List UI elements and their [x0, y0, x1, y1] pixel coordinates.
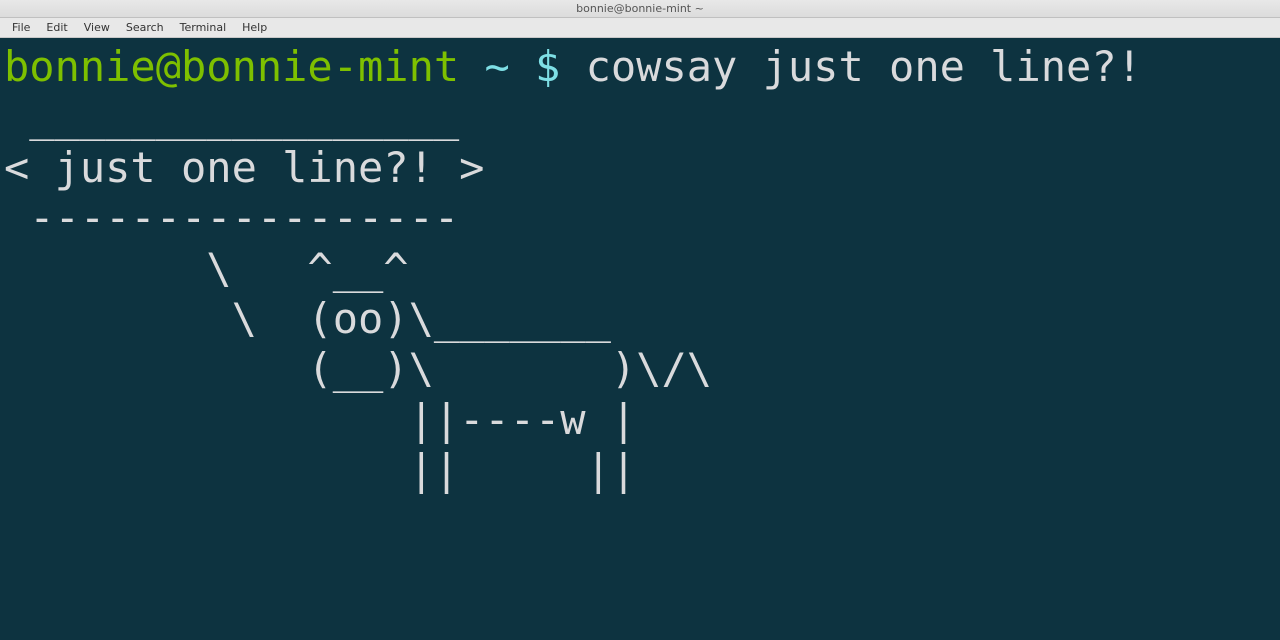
output-line: || || [4, 445, 636, 494]
output-line: < just one line?! > [4, 143, 484, 192]
menubar: File Edit View Search Terminal Help [0, 18, 1280, 38]
terminal-viewport[interactable]: bonnie@bonnie-mint ~ $ cowsay just one l… [0, 38, 1280, 640]
output-line: _________________ [4, 92, 484, 141]
output-line: \ (oo)\_______ [4, 294, 611, 343]
menu-edit[interactable]: Edit [38, 19, 75, 36]
output-line: ----------------- [4, 193, 484, 242]
menu-view[interactable]: View [76, 19, 118, 36]
window-titlebar: bonnie@bonnie-mint ~ [0, 0, 1280, 18]
prompt-path: ~ [459, 42, 535, 91]
menu-file[interactable]: File [4, 19, 38, 36]
menu-terminal[interactable]: Terminal [172, 19, 235, 36]
output-line: (__)\ )\/\ [4, 344, 712, 393]
prompt-symbol: $ [535, 42, 586, 91]
output-line: ||----w | [4, 395, 636, 444]
command-text: cowsay just one line?! [586, 42, 1142, 91]
output-line: \ ^__^ [4, 244, 409, 293]
prompt-user-host: bonnie@bonnie-mint [4, 42, 459, 91]
menu-search[interactable]: Search [118, 19, 172, 36]
window-title: bonnie@bonnie-mint ~ [576, 2, 704, 15]
menu-help[interactable]: Help [234, 19, 275, 36]
